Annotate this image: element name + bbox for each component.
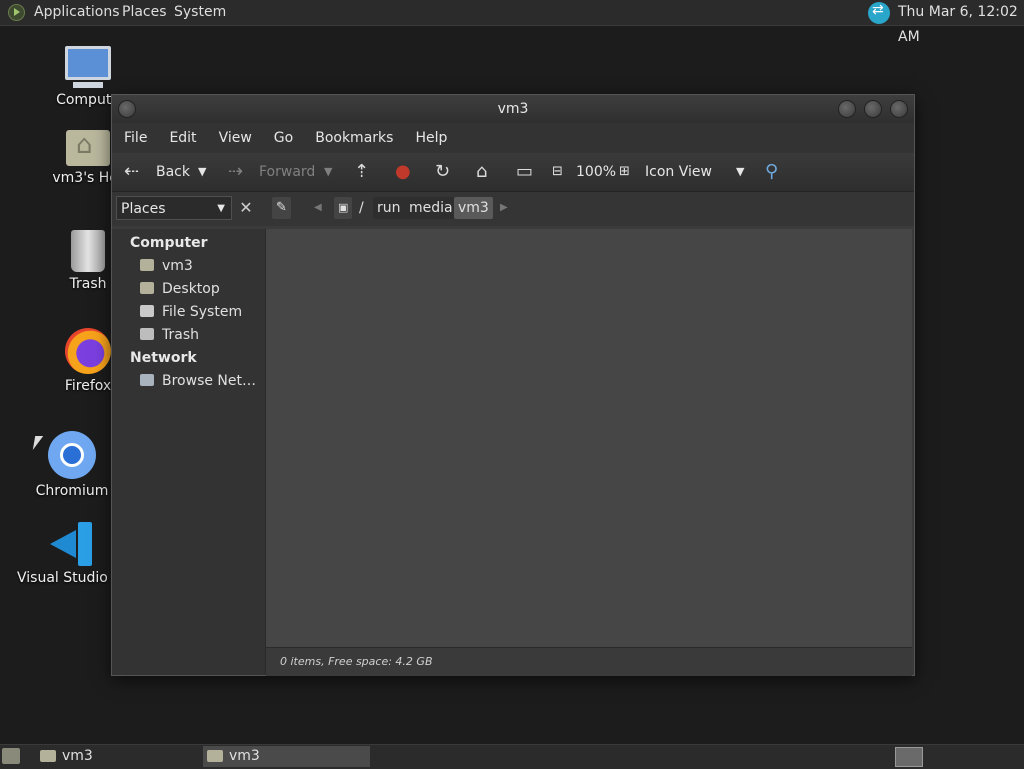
maximize-button[interactable] — [864, 100, 882, 118]
titlebar[interactable]: vm3 — [112, 95, 914, 123]
places-menu[interactable]: Places — [122, 0, 167, 25]
computer-icon[interactable]: ▭ — [516, 153, 533, 191]
forward-button[interactable]: Forward — [259, 153, 315, 191]
desktop-folder-icon — [140, 282, 154, 294]
computer-icon — [65, 46, 111, 88]
crumb-vm3[interactable]: vm3 — [454, 197, 493, 219]
menu-file[interactable]: File — [116, 130, 155, 146]
workspace-switcher[interactable] — [895, 747, 923, 767]
trash-icon — [140, 328, 154, 340]
statusbar: 0 items, Free space: 4.2 GB — [266, 647, 912, 676]
drive-icon[interactable]: ▣ — [334, 197, 353, 219]
sidebar-item-desktop[interactable]: Desktop — [140, 281, 220, 297]
places-select-label: Places — [121, 201, 166, 217]
back-button[interactable]: Back — [156, 153, 190, 191]
trash-icon — [71, 230, 105, 272]
crumb-root[interactable]: / — [355, 197, 368, 219]
drive-icon — [140, 305, 154, 317]
folder-icon — [40, 750, 56, 762]
zoom-out-icon[interactable]: ⊟ — [552, 153, 563, 191]
sidebar-item-label: Desktop — [162, 281, 220, 297]
back-arrow-icon[interactable]: ⇠ — [124, 153, 139, 191]
close-button[interactable] — [890, 100, 908, 118]
home-folder-icon — [66, 130, 110, 166]
network-icon — [140, 374, 154, 386]
crumb-left-arrow-icon[interactable]: ◀ — [310, 197, 326, 219]
firefox-icon — [65, 328, 111, 374]
show-desktop-icon[interactable] — [2, 748, 20, 764]
sidebar-item-vm3[interactable]: vm3 — [140, 258, 193, 274]
menu-bookmarks[interactable]: Bookmarks — [307, 130, 401, 146]
forward-history-dropdown[interactable]: ▼ — [324, 153, 332, 191]
menubar: File Edit View Go Bookmarks Help — [112, 123, 914, 153]
toolbar: ⇠ Back ▼ ⇢ Forward ▼ ⇡ ● ↻ ⌂ ▭ ⊟ 100% ⊞ … — [112, 153, 914, 192]
crumb-run[interactable]: run — [373, 197, 405, 219]
sidebar-places-select[interactable]: Places ▼ — [116, 196, 232, 220]
stop-icon[interactable]: ● — [395, 153, 411, 191]
sidebar-item-label: File System — [162, 304, 243, 320]
system-menu[interactable]: System — [174, 0, 226, 25]
file-view-area[interactable] — [266, 229, 912, 647]
status-text: 0 items, Free space: 4.2 GB — [280, 655, 433, 668]
minimize-button[interactable] — [838, 100, 856, 118]
sidebar-item-trash[interactable]: Trash — [140, 327, 199, 343]
bottom-panel: vm3 vm3 — [0, 744, 1024, 769]
up-icon[interactable]: ⇡ — [354, 153, 369, 191]
crumb-right-arrow-icon[interactable]: ▶ — [496, 197, 512, 219]
taskbar-item-active[interactable]: vm3 — [203, 746, 370, 767]
zoom-in-icon[interactable]: ⊞ — [619, 153, 630, 191]
taskbar-item[interactable]: vm3 — [36, 746, 196, 767]
menu-help[interactable]: Help — [407, 130, 455, 146]
search-icon[interactable]: ⚲ — [765, 153, 778, 191]
applications-menu[interactable]: Applications — [34, 0, 120, 25]
menu-edit[interactable]: Edit — [161, 130, 204, 146]
view-mode-dropdown-icon[interactable]: ▼ — [736, 153, 744, 191]
view-mode-select[interactable]: Icon View — [645, 153, 712, 191]
sidebar-header-network: Network — [130, 350, 197, 366]
menu-view[interactable]: View — [211, 130, 260, 146]
crumb-media[interactable]: media — [405, 197, 457, 219]
top-panel: Applications Places System Thu Mar 6, 12… — [0, 0, 1024, 45]
taskbar-item-label: vm3 — [229, 748, 260, 764]
folder-icon — [207, 750, 223, 762]
sidebar-item-label: Browse Net… — [162, 373, 257, 389]
location-bar: Places ▼ ✕ ✎ ◀ ▣ / run media vm3 ▶ — [112, 192, 914, 226]
forward-arrow-icon[interactable]: ⇢ — [228, 153, 243, 191]
home-folder-icon — [140, 259, 154, 271]
reload-icon[interactable]: ↻ — [435, 153, 450, 191]
taskbar-item-label: vm3 — [62, 748, 93, 764]
zoom-level[interactable]: 100% — [576, 153, 616, 191]
sidebar-item-label: vm3 — [162, 258, 193, 274]
close-sidebar-icon[interactable]: ✕ — [236, 196, 256, 220]
sidebar-item-browse-network[interactable]: Browse Net… — [140, 373, 256, 389]
edit-location-icon[interactable]: ✎ — [272, 197, 291, 219]
sidebar-item-filesystem[interactable]: File System — [140, 304, 242, 320]
home-icon[interactable]: ⌂ — [476, 153, 487, 191]
clock[interactable]: Thu Mar 6, 12:02 AM — [898, 0, 1024, 45]
mate-menu-icon[interactable] — [8, 4, 25, 21]
sidebar-header-computer: Computer — [130, 235, 208, 251]
network-status-icon[interactable] — [868, 2, 890, 24]
menu-go[interactable]: Go — [266, 130, 301, 146]
vscode-icon — [50, 522, 94, 566]
sidebar: Computer vm3 Desktop File System Trash N… — [112, 229, 266, 675]
back-history-dropdown[interactable]: ▼ — [198, 153, 206, 191]
file-manager-window[interactable]: vm3 File Edit View Go Bookmarks Help ⇠ B… — [111, 94, 915, 676]
sidebar-item-label: Trash — [162, 327, 199, 343]
chromium-icon — [48, 431, 96, 479]
window-title: vm3 — [497, 101, 529, 117]
chevron-down-icon: ▼ — [217, 203, 225, 214]
